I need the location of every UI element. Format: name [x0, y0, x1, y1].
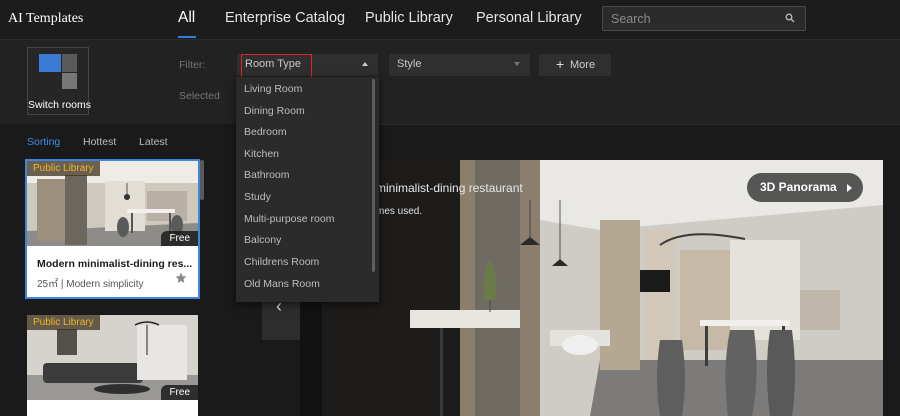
app-title: AI Templates — [8, 11, 84, 26]
more-label: More — [570, 59, 596, 71]
sorting-tabs: Sorting Hottest Latest — [0, 124, 262, 160]
template-thumbnail: Public Library Free — [27, 161, 198, 246]
template-card[interactable]: Public Library Free Modern minimalist-di… — [25, 159, 200, 299]
public-library-badge: Public Library — [27, 315, 100, 330]
template-card[interactable]: Public Library Free — [27, 315, 198, 416]
style-value: Style — [397, 58, 422, 70]
filter-bar — [0, 40, 900, 124]
selected-label: Selected — [179, 90, 220, 102]
3d-panorama-button[interactable]: 3D Panorama — [747, 173, 863, 202]
tab-sorting[interactable]: Sorting — [27, 136, 60, 148]
room-type-highlight — [241, 54, 312, 78]
filter-label: Filter: — [179, 59, 206, 71]
option-balcony[interactable]: Balcony — [244, 234, 281, 246]
caret-up-icon — [362, 62, 368, 66]
tab-all[interactable]: All — [178, 0, 196, 38]
search-box — [602, 6, 806, 31]
card-subtitle: 25㎡ | Modern simplicity — [37, 279, 144, 290]
plus-icon: + — [556, 56, 565, 72]
tab-personal-library[interactable]: Personal Library — [476, 0, 582, 38]
option-bathroom[interactable]: Bathroom — [244, 169, 290, 181]
option-childrens-room[interactable]: Childrens Room — [244, 256, 319, 268]
tab-hottest[interactable]: Hottest — [83, 136, 116, 148]
option-kitchen[interactable]: Kitchen — [244, 148, 279, 160]
price-badge: Free — [161, 385, 198, 400]
more-filters-button[interactable]: + More — [539, 54, 611, 76]
option-multi-purpose-room[interactable]: Multi-purpose room — [244, 213, 334, 225]
preview-title: minimalist-dining restaurant — [376, 181, 523, 195]
star-icon[interactable] — [175, 272, 187, 284]
price-badge: Free — [161, 231, 198, 246]
caret-down-icon — [514, 62, 520, 66]
option-bedroom[interactable]: Bedroom — [244, 126, 287, 138]
option-dining-room[interactable]: Dining Room — [244, 105, 305, 117]
switch-rooms-label: Switch rooms — [28, 99, 92, 111]
previous-arrow-button[interactable]: ‹ — [262, 296, 300, 340]
tab-latest[interactable]: Latest — [139, 136, 168, 148]
tab-public-library[interactable]: Public Library — [365, 0, 453, 38]
top-bar: AI Templates All Enterprise Catalog Publ… — [0, 0, 900, 40]
search-input[interactable] — [603, 7, 781, 30]
3d-panorama-label: 3D Panorama — [760, 180, 837, 194]
dropdown-scrollbar[interactable] — [372, 79, 375, 272]
public-library-badge: Public Library — [27, 161, 100, 176]
option-study[interactable]: Study — [244, 191, 271, 203]
list-scrollbar[interactable] — [200, 160, 204, 200]
option-old-mans-room[interactable]: Old Mans Room — [244, 278, 320, 290]
room-layout-icon — [39, 54, 77, 89]
template-thumbnail: Public Library Free — [27, 315, 198, 400]
switch-rooms-button[interactable]: Switch rooms — [27, 47, 92, 115]
card-title: Modern minimalist-dining res... — [37, 258, 193, 270]
option-living-room[interactable]: Living Room — [244, 83, 302, 95]
style-select[interactable]: Style — [389, 54, 530, 76]
preview-subtitle: mes used. — [376, 206, 423, 217]
play-icon — [847, 184, 852, 192]
room-type-dropdown: Living Room Dining Room Bedroom Kitchen … — [236, 77, 379, 302]
tab-enterprise-catalog[interactable]: Enterprise Catalog — [225, 0, 345, 38]
search-icon[interactable] — [785, 13, 795, 23]
